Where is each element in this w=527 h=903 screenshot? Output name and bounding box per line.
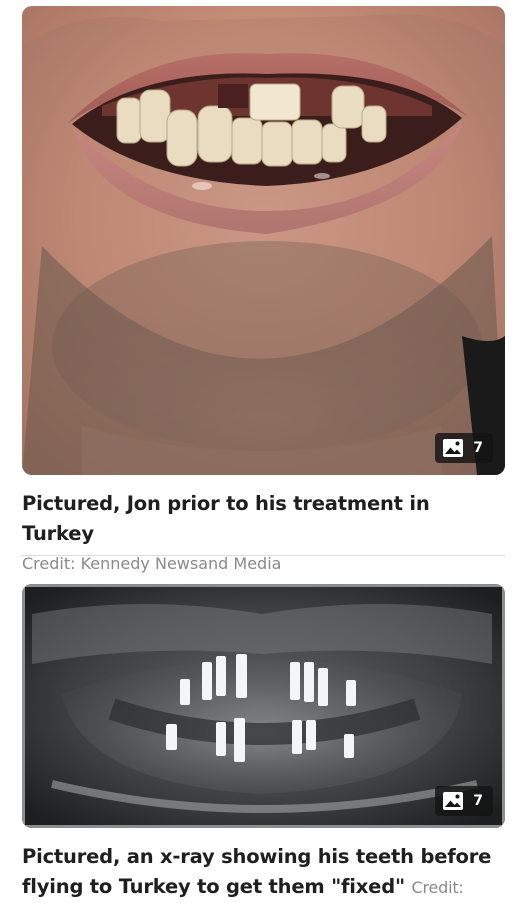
photo-mouth[interactable]: 7 (22, 6, 505, 475)
image-credit: Credit: (411, 878, 464, 897)
article-image-card-2: 7 Pictured, an x-ray showing his teeth b… (22, 584, 505, 903)
photo-xray[interactable]: 7 (22, 584, 505, 828)
gallery-count-badge[interactable]: 7 (435, 433, 493, 463)
xray-photo-illustration (22, 584, 505, 828)
image-credit: Credit: Kennedy Newsand Media (22, 554, 282, 573)
image-caption: Pictured, an x-ray showing his teeth bef… (22, 842, 505, 903)
gallery-count: 7 (473, 793, 483, 809)
mouth-photo-illustration (22, 6, 505, 475)
image-caption: Pictured, Jon prior to his treatment in … (22, 492, 430, 545)
article-image-card-1: 7 Pictured, Jon prior to his treatment i… (22, 6, 505, 575)
image-gallery-icon (443, 439, 464, 457)
gallery-count: 7 (473, 440, 483, 456)
gallery-count-badge[interactable]: 7 (435, 786, 493, 816)
section-divider (22, 555, 505, 556)
image-gallery-icon (443, 792, 464, 810)
